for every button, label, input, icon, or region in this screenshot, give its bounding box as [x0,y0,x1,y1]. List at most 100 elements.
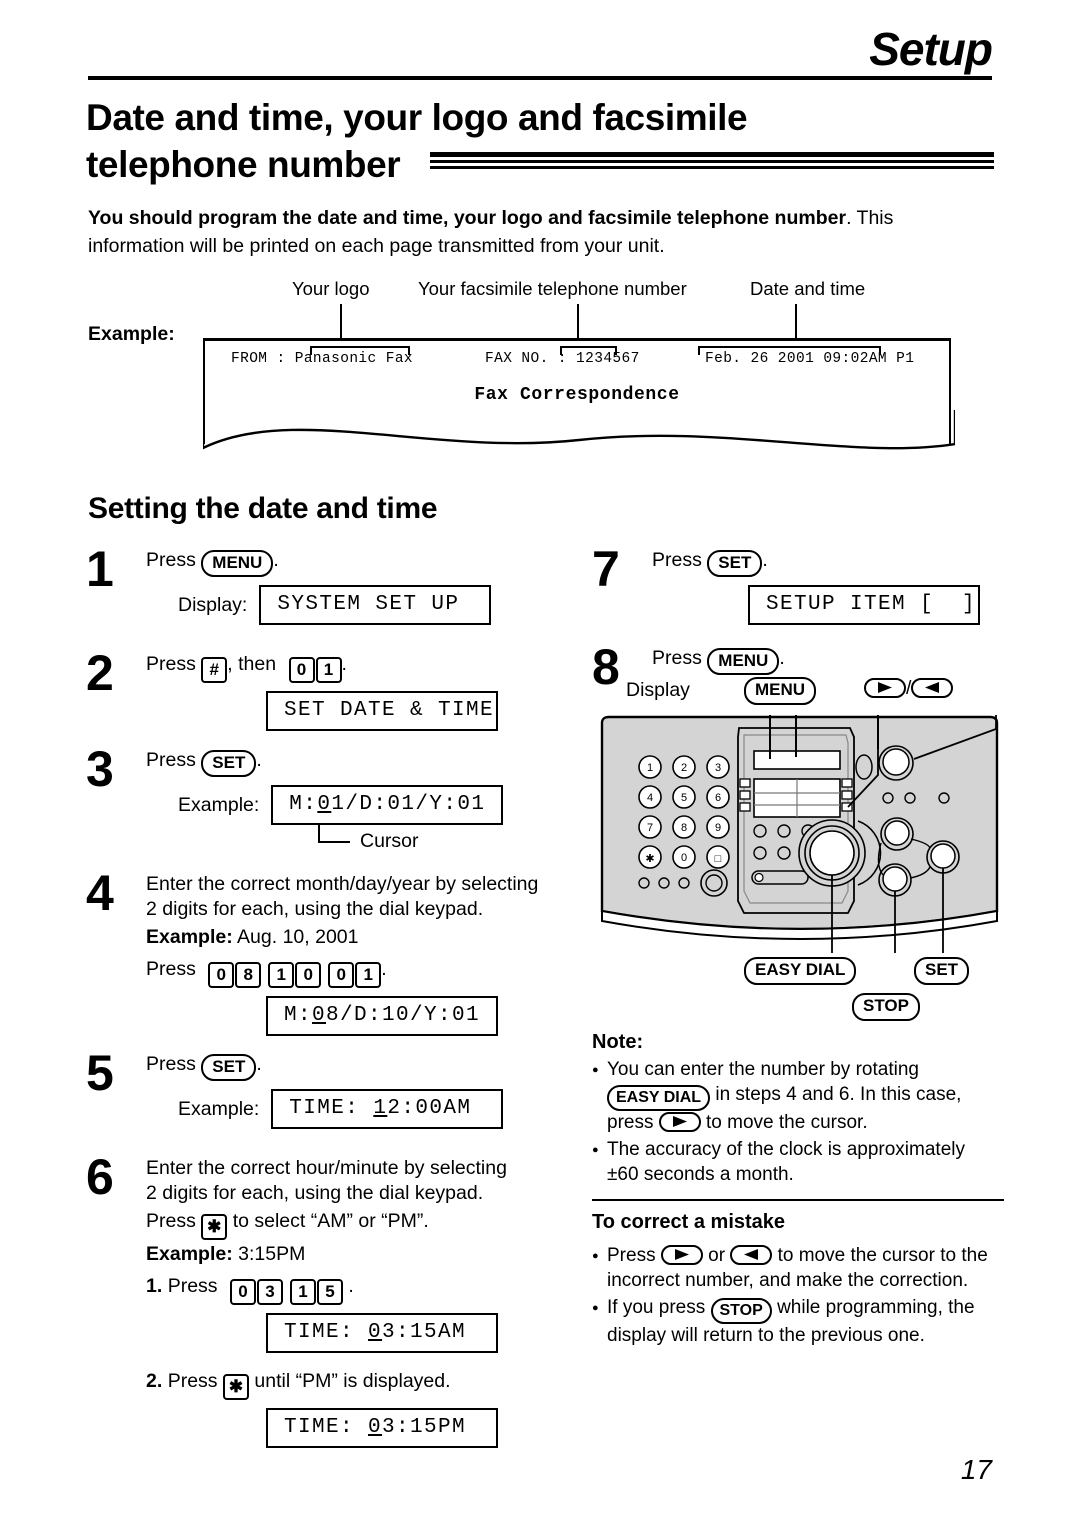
lcd-display: M:08/D:10/Y:01 [266,996,498,1037]
digit-key-0b[interactable]: 0 [295,962,322,989]
digit-key-1[interactable]: 1 [289,1279,316,1306]
fax-from-label: FROM : [231,351,286,367]
example-label: Example: [178,793,260,816]
correct-item-2-tail2: display will return to the previous one. [607,1324,925,1346]
step-6: 6 Enter the correct hour/minute by selec… [86,1149,576,1449]
step-2-number: 2 [86,645,114,701]
note-item-1-mid: in steps 4 and 6. In this case, [715,1084,962,1106]
set-key[interactable]: SET [201,750,257,778]
digit-key-3[interactable]: 3 [256,1279,283,1306]
callout-leader-line-faxno [577,304,579,340]
press-label: Press [146,749,196,771]
period: . [381,958,387,981]
example-label: Example: [178,1097,260,1120]
digit-key-1b[interactable]: 1 [355,962,382,989]
star-key[interactable]: ✱ [201,1213,228,1240]
press-label: Press [146,1209,196,1232]
left-arrow-icon[interactable] [911,678,954,699]
digit-key-0[interactable]: 0 [288,657,315,683]
set-key[interactable]: SET [707,550,763,578]
correct-mistake-heading: To correct a mistake [592,1211,786,1234]
svg-text:2: 2 [681,762,687,774]
menu-key[interactable]: MENU [707,648,780,676]
digit-key-5[interactable]: 5 [316,1279,343,1306]
header-rule [88,76,992,80]
digit-key-0[interactable]: 0 [229,1279,256,1306]
lcd-display: M:01/D:01/Y:01 [271,785,504,826]
step-1: 1 Press MENU. Display: SYSTEM SET UP [86,544,576,652]
step-6-instruction-1: Enter the correct hour/minute by selecti… [146,1157,507,1179]
display-caption: Display [626,679,690,702]
step-8: 8 Press MENU. [592,642,1004,691]
callout-date-time: Date and time [750,278,866,299]
lcd-display: TIME: 12:00AM [271,1089,504,1130]
note-item-1-post: to move the cursor. [706,1112,868,1134]
correct-item-2: If you press STOP while programming, the… [592,1296,1004,1349]
left-arrow-icon[interactable] [730,1245,773,1266]
step-4-number: 4 [86,865,114,921]
stop-label[interactable]: STOP [852,993,920,1021]
intro-bold: You should program the date and time, yo… [88,207,847,229]
digit-key-1[interactable]: 1 [315,657,342,683]
right-arrow-icon[interactable] [658,1112,701,1133]
lcd-pre: TIME: [284,1416,369,1440]
lcd-cursor-char: 0 [368,1321,383,1345]
note-item-2-post: ±60 seconds a month. [607,1163,794,1185]
lcd-post: 1/D:01/Y:01 [331,793,486,817]
right-arrow-icon[interactable] [660,1245,703,1266]
lcd-post: 3:15PM [382,1416,467,1440]
period: . [348,1275,354,1298]
lcd-pre: M: [284,1004,313,1028]
fax-number-bracket [560,346,617,355]
step-8-body: Press MENU. [652,646,1004,676]
set-key[interactable]: SET [201,1054,257,1082]
step-4-display-row: M:08/D:10/Y:01 [266,996,576,1037]
stop-key[interactable]: STOP [710,1297,772,1324]
example-value: Aug. 10, 2001 [237,925,359,948]
digit-key-0[interactable]: 0 [208,962,235,989]
press-label: Press [146,958,196,981]
note-heading: Note: [592,1031,644,1054]
substep-2-number: 2. [146,1370,163,1393]
svg-text:9: 9 [715,822,721,834]
page-title-line1: Date and time, your logo and facsimile [86,97,748,138]
digit-key-1[interactable]: 1 [268,962,295,989]
step-6-instruction-3-row: Press ✱ to select “AM” or “PM”. [146,1209,576,1240]
step-4-example: Example: Aug. 10, 2001 [146,925,576,950]
right-arrow-icon[interactable] [864,678,906,699]
press-label: Press [146,653,196,675]
illustration-captions: Display MENU / [592,675,1004,709]
press-label: Press [146,1053,196,1075]
set-label[interactable]: SET [914,957,970,985]
step-6-example: Example: 3:15PM [146,1242,576,1267]
period: . [256,1053,262,1075]
cursor-callout: Cursor [256,823,576,855]
easy-dial-key[interactable]: EASY DIAL [607,1085,711,1112]
step-2-display-row: SET DATE & TIME [266,691,576,731]
example-callouts: Your logo Your facsimile telephone numbe… [180,278,1000,340]
fax-machine-illustration: 1 2 3 4 5 6 7 8 9 ✱ 0 □ [592,715,1004,957]
correct-item-1-press: Press [607,1245,656,1267]
cursor-label: Cursor [360,830,419,853]
menu-key[interactable]: MENU [201,550,274,578]
menu-key-caption[interactable]: MENU [744,677,817,705]
digit-key-8[interactable]: 8 [235,962,262,989]
period: . [779,647,785,669]
fax-number-group: FAX NO. : 1234567 [485,346,640,367]
step-6-number: 6 [86,1149,114,1205]
press-label: Press [652,647,702,669]
lcd-post: 3:15AM [382,1321,467,1345]
digit-key-0c[interactable]: 0 [328,962,355,989]
hash-key[interactable]: # [201,657,228,683]
note-item-2-pre: The accuracy of the clock is approximate… [607,1138,965,1160]
lcd-display: SYSTEM SET UP [259,585,492,626]
correct-item-1-tail2: incorrect number, and make the correctio… [607,1270,969,1292]
step-4-body: Enter the correct month/day/year by sele… [146,872,576,1037]
easy-dial-label[interactable]: EASY DIAL [744,957,857,985]
cursor-leader-horizontal [318,841,350,844]
star-key[interactable]: ✱ [222,1374,249,1401]
step-6-sub1-row: 1. Press 0315 . [146,1274,576,1306]
cursor-leader-vertical [318,823,320,844]
step-2-body: Press #, then 01. SET DATE & TIME [146,652,576,731]
press-label: Press [167,1275,218,1298]
